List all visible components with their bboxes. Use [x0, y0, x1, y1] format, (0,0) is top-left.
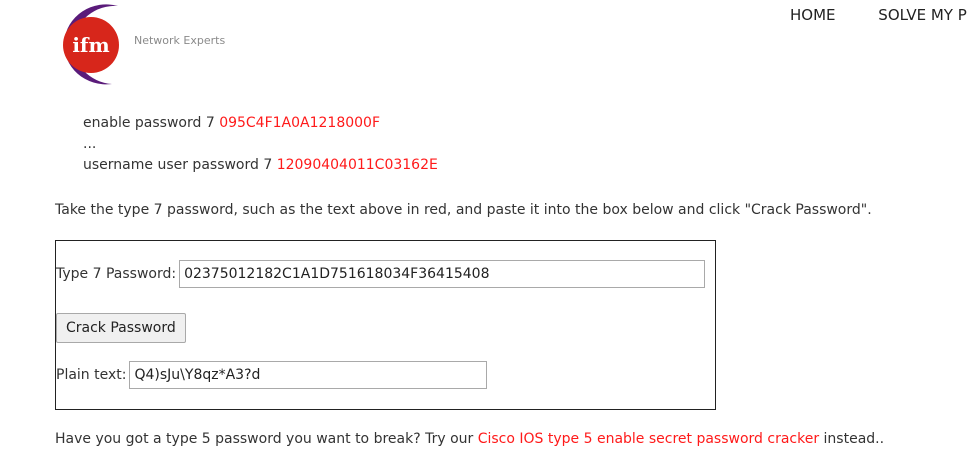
nav-home[interactable]: HOME	[790, 6, 836, 24]
type5-promo: Have you got a type 5 password you want …	[55, 431, 884, 447]
username-password-hash: 12090404011C03162E	[276, 157, 438, 173]
instructions: Take the type 7 password, such as the te…	[55, 202, 872, 218]
nav-solve-my-problem[interactable]: SOLVE MY P	[878, 6, 966, 24]
type7-password-input[interactable]	[179, 260, 706, 288]
password-label: Type 7 Password:	[56, 266, 177, 282]
config-line-username-prefix: username user password 7	[83, 157, 277, 173]
enable-password-hash: 095C4F1A0A1218000F	[219, 115, 381, 131]
promo-prefix: Have you got a type 5 password you want …	[55, 431, 478, 447]
plaintext-output[interactable]	[129, 361, 488, 389]
config-line-enable-prefix: enable password 7	[83, 115, 220, 131]
config-line-username: username user password 7 12090404011C031…	[83, 155, 438, 176]
config-line-enable: enable password 7 095C4F1A0A1218000F	[83, 113, 438, 134]
plaintext-label: Plain text:	[56, 367, 127, 383]
plaintext-row: Plain text:	[56, 361, 488, 389]
password-row: Type 7 Password:	[56, 260, 706, 288]
main-nav: HOME SOLVE MY P	[790, 6, 975, 24]
config-example: enable password 7 095C4F1A0A1218000F ...…	[83, 113, 438, 176]
config-ellipsis: ...	[83, 136, 97, 152]
ifm-logo[interactable]: ifm	[40, 0, 140, 90]
crack-password-button[interactable]: Crack Password	[56, 313, 186, 343]
tagline: Network Experts	[134, 34, 226, 47]
promo-suffix: instead..	[819, 431, 885, 447]
type5-cracker-link[interactable]: Cisco IOS type 5 enable secret password …	[478, 431, 819, 447]
crack-form: Type 7 Password: Crack Password Plain te…	[55, 240, 716, 410]
logo-text: ifm	[72, 33, 109, 57]
